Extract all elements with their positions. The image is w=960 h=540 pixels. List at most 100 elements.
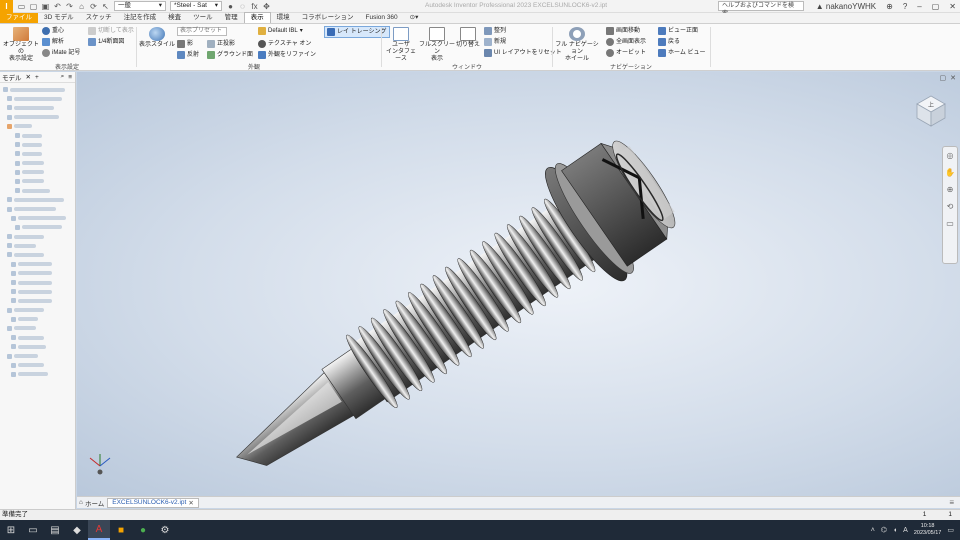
full-nav-wheel-button[interactable]: フル ナビゲーション ホイール xyxy=(555,27,599,63)
tab-8[interactable]: 環境 xyxy=(271,13,296,23)
arrange-button[interactable]: 整列 xyxy=(484,27,506,35)
notification-icon[interactable]: ▭ xyxy=(947,526,954,534)
browser-tree-item[interactable] xyxy=(3,223,75,232)
color-icon[interactable]: ● xyxy=(226,2,235,11)
clock[interactable]: 10:18 2023/05/17 xyxy=(914,523,942,537)
browser-tree-item[interactable] xyxy=(3,241,75,250)
teams-icon[interactable]: ◆ xyxy=(66,520,88,540)
document-tab-active[interactable]: EXCELSUNLOCK6-v2.ipt ✕ xyxy=(107,497,199,508)
select-icon[interactable]: ↖ xyxy=(101,2,110,11)
ibl-dropdown[interactable]: Default IBL ▾ xyxy=(258,27,303,35)
browser-tree-item[interactable] xyxy=(3,278,75,287)
undo-icon[interactable]: ↶ xyxy=(53,2,62,11)
pan-hand-icon[interactable]: ✋ xyxy=(945,168,955,177)
browser-tab-model[interactable]: モデル xyxy=(2,72,22,82)
steering-wheel-icon[interactable]: ◎ xyxy=(947,151,954,160)
browser-tree-item[interactable] xyxy=(3,260,75,269)
chrome-icon[interactable]: ● xyxy=(132,520,154,540)
browser-tree-item[interactable] xyxy=(3,269,75,278)
browser-tree-item[interactable] xyxy=(3,94,75,103)
tab-1[interactable]: 3D モデル xyxy=(38,13,80,23)
graphics-viewport[interactable]: ▢ ✕ 上 ◎ ✋ ⊕ ⟲ ▭ xyxy=(77,72,960,496)
browser-tree-item[interactable] xyxy=(3,177,75,186)
tab-10[interactable]: Fusion 360 xyxy=(360,13,404,23)
browser-tree-item[interactable] xyxy=(3,361,75,370)
shadow-button[interactable]: 影 xyxy=(177,40,193,48)
close-icon[interactable]: ✕ xyxy=(949,2,956,11)
browser-tree-item[interactable] xyxy=(3,85,75,94)
home-icon[interactable]: ⌂ xyxy=(77,2,86,11)
browser-tree-item[interactable] xyxy=(3,168,75,177)
texture-on-button[interactable]: テクスチャ オン xyxy=(258,40,311,48)
ime-indicator[interactable]: A xyxy=(903,527,908,534)
close-document-icon[interactable]: ✕ xyxy=(188,499,193,507)
center-of-gravity-button[interactable]: 重心 xyxy=(42,27,64,35)
switch-window-button[interactable]: 切り替え xyxy=(456,27,480,49)
browser-tree-item[interactable] xyxy=(3,131,75,140)
pan-button[interactable]: 画面移動 xyxy=(606,27,640,35)
fx-icon[interactable]: fx xyxy=(250,2,259,11)
orthographic-button[interactable]: 正投影 xyxy=(207,40,235,48)
view-cube[interactable]: 上 xyxy=(914,94,948,128)
zoom-icon[interactable]: ⊕ xyxy=(947,185,954,194)
display-preset-dropdown[interactable]: 表示プリセット xyxy=(177,27,227,36)
search-icon[interactable]: ⌕ xyxy=(61,73,65,81)
material-dropdown[interactable]: *Steel - Sat ▾ xyxy=(170,1,222,11)
new-file-icon[interactable]: ▭ xyxy=(17,2,26,11)
browser-tree-item[interactable] xyxy=(3,333,75,342)
display-style-button[interactable]: 表示スタイル xyxy=(139,27,175,49)
start-button[interactable]: ⊞ xyxy=(0,520,22,540)
close-tab-icon[interactable]: ✕ xyxy=(26,73,31,81)
fullscreen-button[interactable]: フルスクリーン 表示 xyxy=(418,27,456,63)
previous-view-button[interactable]: 戻る xyxy=(658,38,680,46)
tab-2[interactable]: スケッチ xyxy=(80,13,118,23)
acrobat-icon[interactable]: A xyxy=(88,520,110,540)
redo-icon[interactable]: ↷ xyxy=(65,2,74,11)
tab-7[interactable]: 表示 xyxy=(243,12,271,23)
tray-chevron-icon[interactable]: ˄ xyxy=(871,527,875,534)
browser-tree-item[interactable] xyxy=(3,287,75,296)
minimize-icon[interactable]: – xyxy=(917,2,921,11)
add-tab-button[interactable]: + xyxy=(35,74,39,81)
tab-4[interactable]: 検査 xyxy=(162,13,187,23)
browser-tree-item[interactable] xyxy=(3,351,75,360)
explorer-icon[interactable]: ▤ xyxy=(44,520,66,540)
network-icon[interactable]: ⌬ xyxy=(881,526,887,534)
browser-tree-item[interactable] xyxy=(3,159,75,168)
open-folder-icon[interactable]: ▢ xyxy=(29,2,38,11)
browser-tree-item[interactable] xyxy=(3,342,75,351)
half-section-button[interactable]: 切断して表示 xyxy=(88,27,134,35)
browser-tree-item[interactable] xyxy=(3,296,75,305)
quarter-section-button[interactable]: 1/4断面図 xyxy=(88,38,124,46)
move-icon[interactable]: ✥ xyxy=(262,2,271,11)
browser-tree-item[interactable] xyxy=(3,204,75,213)
update-icon[interactable]: ⟳ xyxy=(89,2,98,11)
orbit-button[interactable]: オービット xyxy=(606,49,646,57)
volume-icon[interactable]: ◖ xyxy=(893,527,897,534)
maximize-icon[interactable]: ▢ xyxy=(932,2,940,11)
zoom-all-button[interactable]: 全画面表示 xyxy=(606,38,646,46)
clear-icon[interactable]: ◌ xyxy=(238,2,247,11)
view-face-button[interactable]: ビュー正面 xyxy=(658,27,698,35)
analysis-button[interactable]: 解析 xyxy=(42,38,64,46)
browser-tree-item[interactable] xyxy=(3,250,75,259)
browser-tree-item[interactable] xyxy=(3,324,75,333)
save-icon[interactable]: ▣ xyxy=(41,2,50,11)
reflection-button[interactable]: 反射 xyxy=(177,51,199,59)
user-account[interactable]: ▲ nakanoYWHK xyxy=(816,2,876,11)
browser-tree-item[interactable] xyxy=(3,370,75,379)
browser-tree-item[interactable] xyxy=(3,195,75,204)
imate-button[interactable]: iMate 記号 xyxy=(42,49,80,57)
misc-app-icon[interactable]: ⚙ xyxy=(154,520,176,540)
inventor-logo[interactable]: I xyxy=(0,0,13,13)
reset-ui-button[interactable]: UI レイアウトをリセット xyxy=(484,49,562,57)
ground-plane-button[interactable]: グラウンド面 xyxy=(207,51,253,59)
ray-tracing-button[interactable]: レイ トレーシング xyxy=(324,26,390,38)
inventor-taskbar-icon[interactable]: ■ xyxy=(110,520,132,540)
tab-9[interactable]: コラボレーション xyxy=(296,13,360,23)
browser-tree-item[interactable] xyxy=(3,214,75,223)
look-at-icon[interactable]: ▭ xyxy=(946,219,954,228)
browser-tree-item[interactable] xyxy=(3,306,75,315)
browser-tree-item[interactable] xyxy=(3,113,75,122)
tab-3[interactable]: 注記を作成 xyxy=(118,13,163,23)
